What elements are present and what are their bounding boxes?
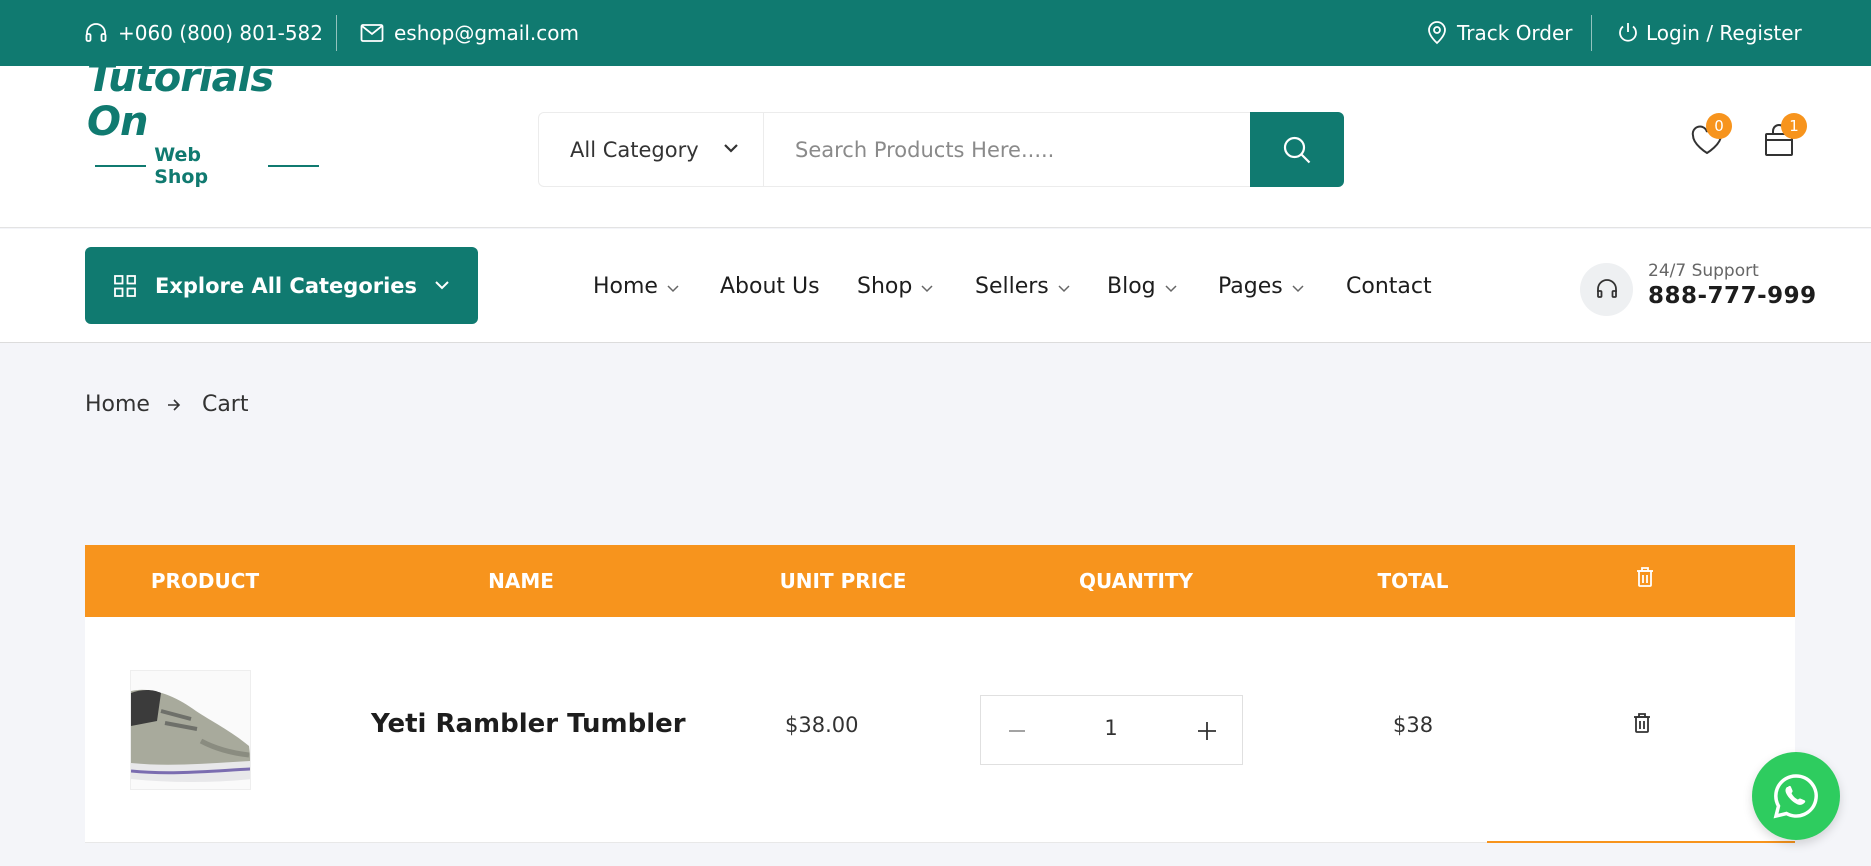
email-text: eshop@gmail.com: [394, 21, 579, 45]
nav-item-about-us[interactable]: About Us: [720, 229, 820, 343]
nav-item-label: About Us: [720, 273, 820, 299]
divider: [1487, 841, 1795, 843]
plus-icon: [1197, 721, 1217, 741]
trash-icon: [1633, 712, 1655, 734]
breadcrumb-current: Cart: [201, 392, 249, 417]
trash-icon: [1636, 566, 1654, 588]
nav-item-label: Blog: [1107, 273, 1156, 299]
remove-item-button[interactable]: [1633, 712, 1655, 738]
divider: [336, 15, 337, 51]
col-header-product: PRODUCT: [150, 569, 260, 593]
quantity-value[interactable]: 1: [1091, 716, 1131, 740]
cart-count-badge: 1: [1781, 113, 1807, 139]
nav-item-label: Contact: [1346, 273, 1432, 299]
product-name[interactable]: Yeti Rambler Tumbler: [371, 709, 686, 739]
line-total: $38: [1393, 713, 1434, 737]
breadcrumb-home[interactable]: Home: [85, 392, 150, 417]
logo-line-1: Tutorials On: [87, 55, 274, 145]
track-order-label: Track Order: [1457, 21, 1573, 45]
search-bar: All Category: [538, 112, 1344, 187]
clear-cart-button[interactable]: [1615, 541, 1675, 613]
quantity-stepper: 1: [980, 695, 1243, 765]
unit-price: $38.00: [785, 713, 859, 737]
chevron-down-icon: [1156, 280, 1178, 293]
whatsapp-chat-button[interactable]: [1752, 752, 1840, 840]
col-header-unit-price: UNIT PRICE: [779, 569, 907, 593]
nav-item-home[interactable]: Home: [593, 229, 680, 343]
wishlist-count-badge: 0: [1706, 113, 1732, 139]
map-pin-icon: [1427, 21, 1457, 45]
col-header-quantity: QUANTITY: [1078, 569, 1194, 593]
headset-icon: [84, 21, 118, 45]
wishlist-button[interactable]: 0: [1690, 113, 1732, 160]
explore-categories-label: Explore All Categories: [155, 273, 418, 298]
chevron-down-icon: [434, 279, 450, 291]
email-contact[interactable]: eshop@gmail.com: [360, 0, 579, 66]
login-register-label: Login / Register: [1646, 21, 1802, 45]
breadcrumb: Home Cart: [85, 392, 248, 417]
nav-item-label: Home: [593, 273, 658, 299]
category-select[interactable]: All Category: [539, 113, 764, 186]
search-button[interactable]: [1250, 112, 1344, 187]
support-label: 24/7 Support: [1648, 261, 1759, 281]
chevron-down-icon: [1049, 280, 1071, 293]
sneaker-icon: [131, 671, 250, 789]
nav-item-shop[interactable]: Shop: [857, 229, 934, 343]
nav-item-pages[interactable]: Pages: [1218, 229, 1305, 343]
support-headset-icon: [1580, 263, 1633, 316]
power-icon: [1616, 21, 1650, 45]
site-logo[interactable]: Tutorials On Web Shop: [87, 56, 337, 188]
cart-table-header: PRODUCT NAME UNIT PRICE QUANTITY TOTAL: [85, 545, 1795, 617]
track-order-link[interactable]: Track Order: [1427, 0, 1573, 66]
nav-item-label: Shop: [857, 273, 913, 299]
col-header-total: TOTAL: [1377, 569, 1449, 593]
nav-item-blog[interactable]: Blog: [1107, 229, 1178, 343]
decrease-quantity-button[interactable]: [999, 713, 1035, 749]
nav-item-contact[interactable]: Contact: [1346, 229, 1432, 343]
phone-text: +060 (800) 801-582: [118, 21, 323, 45]
logo-line-2: Web Shop: [87, 144, 327, 188]
main-navbar: Explore All Categories Home About Us Sho…: [0, 229, 1871, 343]
chevron-down-icon: [912, 280, 934, 293]
minus-icon: [1008, 729, 1026, 733]
category-select-value: All Category: [570, 137, 699, 162]
search-input[interactable]: [765, 113, 1251, 186]
product-thumbnail[interactable]: [130, 670, 251, 790]
cart-button[interactable]: 1: [1763, 113, 1807, 160]
chevron-down-icon: [658, 280, 680, 293]
envelope-icon: [360, 23, 394, 43]
grid-icon: [113, 274, 137, 298]
chevron-down-icon: [1283, 280, 1305, 293]
support-number: 888-777-999: [1648, 283, 1817, 309]
explore-categories-button[interactable]: Explore All Categories: [85, 247, 478, 324]
arrow-right-icon: [150, 398, 202, 412]
nav-item-label: Pages: [1218, 273, 1283, 299]
increase-quantity-button[interactable]: [1189, 713, 1225, 749]
nav-item-label: Sellers: [975, 273, 1049, 299]
whatsapp-icon: [1771, 771, 1821, 821]
login-register-link[interactable]: Login / Register: [1616, 0, 1802, 66]
divider: [1591, 15, 1592, 51]
col-header-name: NAME: [488, 569, 554, 593]
nav-item-sellers[interactable]: Sellers: [975, 229, 1071, 343]
table-row: Yeti Rambler Tumbler $38.00 1 $38: [85, 617, 1795, 843]
support-contact[interactable]: 24/7 Support 888-777-999: [1580, 261, 1840, 316]
search-icon: [1282, 135, 1312, 165]
